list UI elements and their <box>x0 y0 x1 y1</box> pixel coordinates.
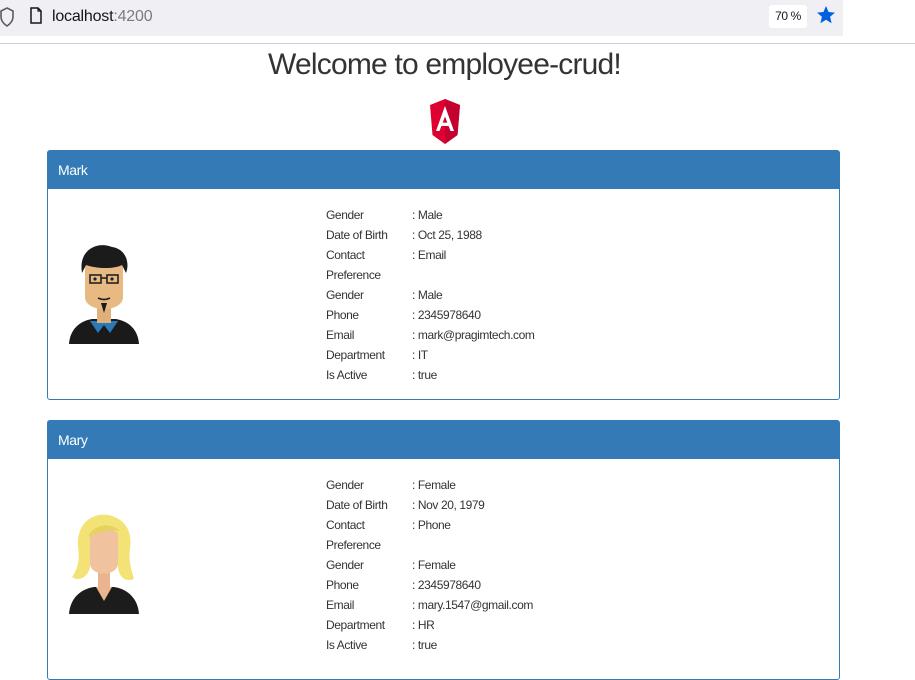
detail-label: Preference <box>326 538 381 552</box>
detail-label: Gender <box>326 208 364 222</box>
detail-label: Email <box>326 598 355 612</box>
detail-value: : HR <box>412 618 435 632</box>
female-avatar <box>68 513 140 620</box>
detail-row: Is Active : true <box>326 365 626 385</box>
detail-row: Preference <box>326 535 626 555</box>
detail-row: Is Active : true <box>326 635 626 655</box>
detail-row: Preference <box>326 265 626 285</box>
detail-value: : Email <box>412 248 446 262</box>
detail-value: : 2345978640 <box>412 308 481 322</box>
employee-name: Mark <box>48 151 839 189</box>
employee-details: Gender : Male Date of Birth : Oct 25, 1988… <box>326 205 626 385</box>
shield-icon[interactable] <box>0 7 14 32</box>
employee-name: Mary <box>48 421 839 459</box>
page-title: Welcome to employee-crud! <box>268 48 622 81</box>
detail-row: Contact : Phone <box>326 515 626 535</box>
detail-row: Phone : 2345978640 <box>326 305 626 325</box>
employee-card: Mark Gender : Male Date of Birth : Oct 25,… <box>47 150 840 400</box>
detail-row: Gender : Female <box>326 555 626 575</box>
detail-value: : Oct 25, 1988 <box>412 228 482 242</box>
detail-row: Department : HR <box>326 615 626 635</box>
detail-value: : true <box>412 368 437 382</box>
detail-label: Preference <box>326 268 381 282</box>
detail-value: : Phone <box>412 518 451 532</box>
detail-value: : true <box>412 638 437 652</box>
url-host: localhost <box>52 8 114 25</box>
detail-label: Phone <box>326 308 359 322</box>
detail-value: : mary.1547@gmail.com <box>412 598 533 612</box>
detail-label: Email <box>326 328 355 342</box>
detail-label: Gender <box>326 478 364 492</box>
detail-value: : mark@pragimtech.com <box>412 328 535 342</box>
detail-value: : 2345978640 <box>412 578 481 592</box>
detail-row: Contact : Email <box>326 245 626 265</box>
detail-value: : Female <box>412 478 456 492</box>
detail-label: Date of Birth <box>326 228 388 242</box>
employee-details: Gender : Female Date of Birth : Nov 20, 19… <box>326 475 626 655</box>
detail-label: Is Active <box>326 638 368 652</box>
detail-label: Contact <box>326 248 365 262</box>
male-avatar <box>68 243 140 350</box>
detail-row: Email : mark@pragimtech.com <box>326 325 626 345</box>
detail-label: Is Active <box>326 368 368 382</box>
detail-value: : Male <box>412 208 443 222</box>
detail-label: Department <box>326 348 385 362</box>
detail-row: Gender : Female <box>326 475 626 495</box>
detail-label: Contact <box>326 518 365 532</box>
detail-value: : Female <box>412 558 456 572</box>
employee-card: Mary Gender : Female Date of Birth : Nov 2… <box>47 420 840 680</box>
detail-label: Gender <box>326 288 364 302</box>
page-icon <box>29 7 43 30</box>
detail-value: : Male <box>412 288 443 302</box>
detail-row: Gender : Male <box>326 285 626 305</box>
detail-value: : IT <box>412 348 428 362</box>
zoom-level-button[interactable]: 70 % <box>769 5 807 28</box>
detail-label: Gender <box>326 558 364 572</box>
detail-row: Gender : Male <box>326 205 626 225</box>
star-icon[interactable] <box>816 5 836 30</box>
detail-row: Department : IT <box>326 345 626 365</box>
detail-row: Date of Birth : Nov 20, 1979 <box>326 495 626 515</box>
url-text[interactable]: localhost:4200 <box>52 7 153 27</box>
detail-label: Phone <box>326 578 359 592</box>
angular-logo <box>429 98 461 151</box>
url-port: :4200 <box>113 8 153 25</box>
detail-row: Phone : 2345978640 <box>326 575 626 595</box>
detail-label: Department <box>326 618 385 632</box>
detail-label: Date of Birth <box>326 498 388 512</box>
toolbar-divider <box>0 43 915 44</box>
detail-row: Date of Birth : Oct 25, 1988 <box>326 225 626 245</box>
detail-value: : Nov 20, 1979 <box>412 498 485 512</box>
detail-row: Email : mary.1547@gmail.com <box>326 595 626 615</box>
